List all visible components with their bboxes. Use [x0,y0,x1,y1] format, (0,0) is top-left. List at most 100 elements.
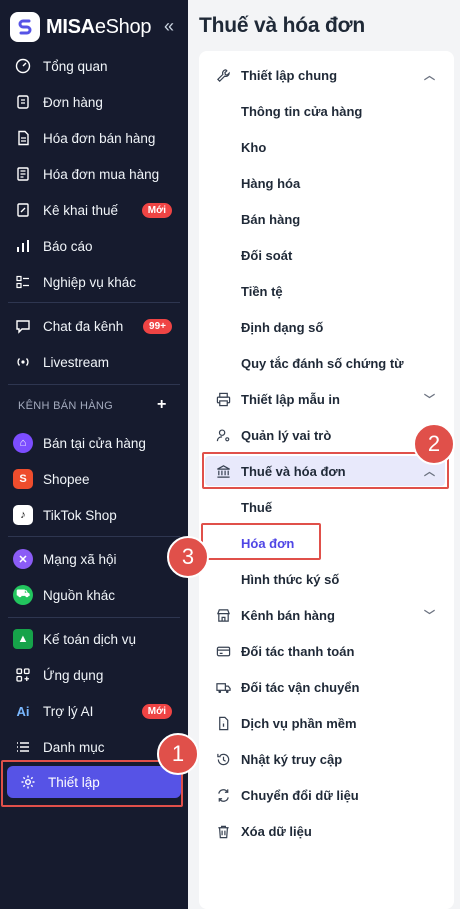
settings-item-document-numbering[interactable]: Quy tắc đánh số chứng từ [241,349,404,377]
sidebar-item-tiktok-shop[interactable]: ♪ TikTok Shop [12,500,180,530]
chevron-up-icon: ︿ [424,466,435,478]
sidebar-item-other-operations[interactable]: Nghiệp vụ khác [12,267,180,297]
settings-item-sales[interactable]: Bán hàng [241,205,300,233]
settings-group-label: Đối tác vận chuyển [241,679,360,695]
settings-group-label: Đối tác thanh toán [241,643,355,659]
sidebar-item-purchase-invoice[interactable]: Hóa đơn mua hàng [12,159,180,189]
sidebar-item-other-sources[interactable]: ⛟ Nguồn khác [12,580,180,610]
sidebar-item-settings[interactable]: Thiết lập [7,766,181,798]
settings-item-invoice[interactable]: Hóa đơn [241,529,294,557]
gauge-icon [12,55,34,77]
sidebar-item-omnichannel-chat[interactable]: Chat đa kênh 99+ [12,311,180,341]
sidebar-item-label: Nguồn khác [43,587,116,603]
brand[interactable]: MISAeShop [10,12,151,42]
count-badge: 99+ [143,318,172,334]
tax-icon [12,199,34,221]
settings-item-warehouse[interactable]: Kho [241,133,266,161]
settings-item-tax[interactable]: Thuế [241,493,272,521]
wrench-icon [213,65,233,85]
shopee-icon: S [13,469,33,489]
catalog-icon [12,736,34,758]
tiktok-icon: ♪ [13,505,33,525]
sidebar-item-label: Kê khai thuế [43,202,119,218]
sidebar-item-ai-assistant[interactable]: Ai Trợ lý AI Mới [12,696,180,726]
accounting-icon: ▲ [13,629,33,649]
gear-icon [17,774,39,790]
new-badge: Mới [141,703,172,719]
settings-item-reconciliation[interactable]: Đối soát [241,241,292,269]
sidebar-item-label: Danh mục [43,739,105,755]
step-2-marker: 2 [413,423,455,465]
sidebar-item-orders[interactable]: Đơn hàng [12,87,180,117]
sidebar-item-sales-invoice[interactable]: Hóa đơn bán hàng [12,123,180,153]
store-icon: ⌂ [13,433,33,453]
chevron-down-icon: ﹀ [424,610,435,622]
settings-item-currency[interactable]: Tiền tệ [241,277,283,305]
settings-group-tax-invoice[interactable]: Thuế và hóa đơn ︿ [213,456,441,486]
chevron-up-icon: ︿ [424,70,435,82]
card-icon [213,641,233,661]
history-icon [213,749,233,769]
sidebar-divider [8,536,180,537]
purchase-invoice-icon [12,163,34,185]
sidebar-item-apps[interactable]: Ứng dụng [12,660,180,690]
add-channel-button[interactable]: + [157,396,166,414]
store-icon [213,605,233,625]
chat-icon [12,315,34,337]
settings-item-payment-partners[interactable]: Đối tác thanh toán [213,636,441,666]
settings-group-general[interactable]: Thiết lập chung ︿ [213,60,441,90]
settings-item-number-format[interactable]: Định dạng số [241,313,323,341]
brand-name: MISAeShop [46,15,152,38]
settings-group-label: Nhật ký truy cập [241,751,343,767]
sidebar-item-reports[interactable]: Báo cáo [12,231,180,261]
sidebar-item-in-store[interactable]: ⌂ Bán tại cửa hàng [12,428,180,458]
settings-item-access-log[interactable]: Nhật ký truy cập [213,744,441,774]
sidebar-item-livestream[interactable]: Livestream [12,347,180,377]
settings-item-data-conversion[interactable]: Chuyển đổi dữ liệu [213,780,441,810]
sidebar-item-label: Thiết lập [48,774,100,790]
sidebar-item-tax-declaration[interactable]: Kê khai thuế Mới [12,195,180,225]
settings-group-label: Xóa dữ liệu [241,823,312,839]
settings-item-delete-data[interactable]: Xóa dữ liệu [213,816,441,846]
sidebar-item-label: Ứng dụng [43,667,104,683]
settings-item-products[interactable]: Hàng hóa [241,169,300,197]
chart-icon [12,235,34,257]
collapse-sidebar-button[interactable]: « [164,16,174,37]
bank-icon [213,461,233,481]
settings-group-label: Dịch vụ phần mềm [241,715,357,731]
settings-item-shipping-partners[interactable]: Đối tác vận chuyển [213,672,441,702]
sidebar-item-shopee[interactable]: S Shopee [12,464,180,494]
sidebar-item-label: Bán tại cửa hàng [43,435,146,451]
settings-item-roles[interactable]: Quản lý vai trò [213,420,441,450]
page-title: Thuế và hóa đơn [199,14,365,37]
settings-group-print-templates[interactable]: Thiết lập mẫu in ﹀ [213,384,441,414]
sidebar-item-social-network[interactable]: ✕ Mạng xã hội [12,544,180,574]
settings-item-software-services[interactable]: Dịch vụ phần mềm [213,708,441,738]
trash-icon [213,821,233,841]
sidebar-item-label: Hóa đơn bán hàng [43,130,156,146]
sidebar-divider [8,384,180,385]
list-icon [12,271,34,293]
sidebar-item-accounting-service[interactable]: ▲ Kế toán dịch vụ [12,624,180,654]
sidebar-item-label: Chat đa kênh [43,318,124,334]
settings-group-sales-channels[interactable]: Kênh bán hàng ﹀ [213,600,441,630]
sales-channels-heading: KÊNH BÁN HÀNG [18,400,113,412]
sidebar-item-overview[interactable]: Tổng quan [12,51,180,81]
sidebar-item-label: Đơn hàng [43,94,103,110]
settings-item-digital-signature[interactable]: Hình thức ký số [241,565,339,593]
printer-icon [213,389,233,409]
sidebar-item-label: Báo cáo [43,238,93,254]
invoice-icon [12,127,34,149]
sidebar-item-label: Kế toán dịch vụ [43,631,137,647]
step-1-marker: 1 [157,733,199,775]
sidebar-item-catalog[interactable]: Danh mục [12,732,180,762]
order-icon [12,91,34,113]
cart-icon: ⛟ [13,585,33,605]
sidebar-item-label: Tổng quan [43,58,108,74]
misa-logo-icon [10,12,40,42]
step-3-marker: 3 [167,536,209,578]
settings-group-label: Thuế và hóa đơn [241,463,346,479]
convert-icon [213,785,233,805]
sidebar-item-label: TikTok Shop [43,507,117,523]
settings-item-store-info[interactable]: Thông tin cửa hàng [241,97,362,125]
